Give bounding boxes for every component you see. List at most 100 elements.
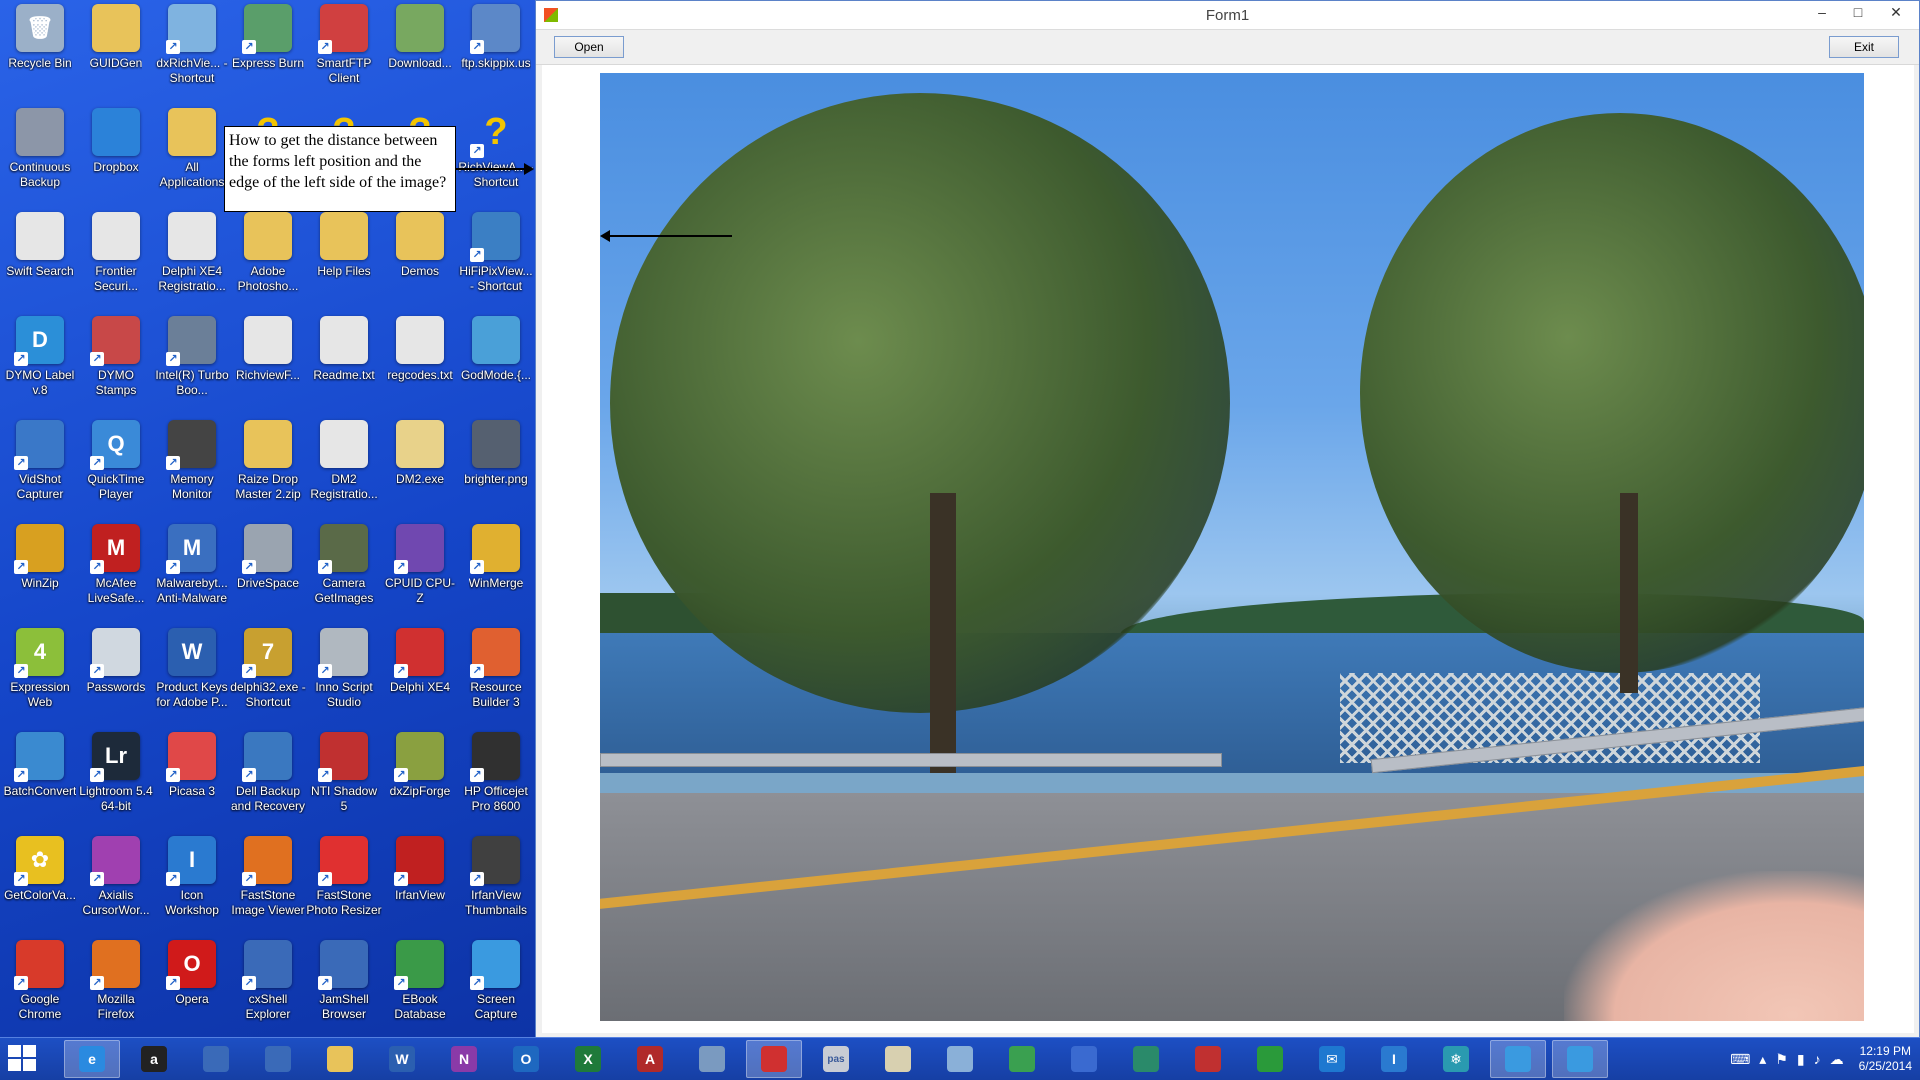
desktop-icon[interactable]: CPUID CPU-Z: [382, 524, 458, 628]
taskbar-mail[interactable]: ✉: [1304, 1040, 1360, 1078]
desktop-icon[interactable]: Delphi XE4: [382, 628, 458, 732]
desktop-icon[interactable]: NTI Shadow 5: [306, 732, 382, 836]
desktop-icon[interactable]: Frontier Securi...: [78, 212, 154, 316]
taskbar-windows-app-2[interactable]: [1552, 1040, 1608, 1078]
taskbar-photos[interactable]: [1118, 1040, 1174, 1078]
desktop-icon[interactable]: IrfanView: [382, 836, 458, 940]
desktop-icon[interactable]: DriveSpace: [230, 524, 306, 628]
keyboard-icon[interactable]: ⌨: [1730, 1051, 1750, 1068]
taskbar-nti[interactable]: [1180, 1040, 1236, 1078]
desktop-icon[interactable]: Picasa 3: [154, 732, 230, 836]
taskbar-book[interactable]: [1056, 1040, 1112, 1078]
taskbar-excel[interactable]: X: [560, 1040, 616, 1078]
desktop-icon[interactable]: DM2 Registratio...: [306, 420, 382, 524]
desktop-icon[interactable]: brighter.png: [458, 420, 534, 524]
desktop-icon[interactable]: Raize Drop Master 2.zip: [230, 420, 306, 524]
desktop-icon[interactable]: DM2.exe: [382, 420, 458, 524]
desktop-icon[interactable]: cxShell Explorer: [230, 940, 306, 1044]
desktop-icon[interactable]: WinZip: [2, 524, 78, 628]
taskbar-cxshell[interactable]: [188, 1040, 244, 1078]
desktop-icon[interactable]: Passwords: [78, 628, 154, 732]
flag-icon[interactable]: ⚑: [1775, 1051, 1788, 1068]
desktop-icon[interactable]: Inno Script Studio: [306, 628, 382, 732]
form-window[interactable]: Form1 – □ ✕ Open Exit: [535, 0, 1920, 1038]
desktop-icon[interactable]: HP Officejet Pro 8600: [458, 732, 534, 836]
desktop-icon[interactable]: dxRichVie... - Shortcut: [154, 4, 230, 108]
network-icon[interactable]: ☁: [1830, 1051, 1844, 1068]
desktop-icon[interactable]: Express Burn: [230, 4, 306, 108]
desktop-icon[interactable]: Delphi XE4 Registratio...: [154, 212, 230, 316]
desktop-icon[interactable]: GodMode.{...: [458, 316, 534, 420]
taskbar-delphi[interactable]: [746, 1040, 802, 1078]
desktop-icon[interactable]: MMcAfee LiveSafe...: [78, 524, 154, 628]
start-button[interactable]: [8, 1045, 38, 1073]
desktop-icon[interactable]: JamShell Browser: [306, 940, 382, 1044]
desktop-icon[interactable]: Resource Builder 3: [458, 628, 534, 732]
taskbar-globe[interactable]: [994, 1040, 1050, 1078]
desktop-icon[interactable]: WinMerge: [458, 524, 534, 628]
desktop-icon[interactable]: QQuickTime Player: [78, 420, 154, 524]
desktop-icon[interactable]: Dropbox: [78, 108, 154, 212]
desktop-icon[interactable]: Readme.txt: [306, 316, 382, 420]
desktop-icon[interactable]: Demos: [382, 212, 458, 316]
desktop-icon[interactable]: Google Chrome: [2, 940, 78, 1044]
taskbar-file-explorer[interactable]: [312, 1040, 368, 1078]
desktop-icon[interactable]: DDYMO Label v.8: [2, 316, 78, 420]
taskbar-access[interactable]: A: [622, 1040, 678, 1078]
desktop-icon[interactable]: FastStone Image Viewer: [230, 836, 306, 940]
desktop-icon[interactable]: EBook Database: [382, 940, 458, 1044]
taskbar-amazon[interactable]: a: [126, 1040, 182, 1078]
desktop-icon[interactable]: Swift Search: [2, 212, 78, 316]
desktop-icon[interactable]: ?RichViewA... - Shortcut: [458, 108, 534, 212]
desktop-icon[interactable]: Help Files: [306, 212, 382, 316]
desktop-icon[interactable]: Continuous Backup: [2, 108, 78, 212]
clock[interactable]: 12:19 PM 6/25/2014: [1859, 1044, 1912, 1074]
desktop-icon[interactable]: Adobe Photosho...: [230, 212, 306, 316]
taskbar-jamshell[interactable]: [250, 1040, 306, 1078]
taskbar-windows-app-1[interactable]: [1490, 1040, 1546, 1078]
desktop-icon[interactable]: Axialis CursorWor...: [78, 836, 154, 940]
desktop-icon[interactable]: All Applications: [154, 108, 230, 212]
desktop-icon[interactable]: dxZipForge: [382, 732, 458, 836]
desktop-icon[interactable]: SmartFTP Client: [306, 4, 382, 108]
taskbar-clipboard[interactable]: [870, 1040, 926, 1078]
desktop-icon[interactable]: BatchConvert: [2, 732, 78, 836]
taskbar-pas-file[interactable]: pas: [808, 1040, 864, 1078]
desktop-icon[interactable]: MMalwarebyt... Anti-Malware: [154, 524, 230, 628]
desktop-icon[interactable]: 7delphi32.exe - Shortcut: [230, 628, 306, 732]
desktop-icon[interactable]: Mozilla Firefox: [78, 940, 154, 1044]
desktop-icon[interactable]: Download...: [382, 4, 458, 108]
close-button[interactable]: ✕: [1881, 1, 1911, 25]
signal-icon[interactable]: ▮: [1797, 1051, 1805, 1068]
taskbar-calculator[interactable]: [684, 1040, 740, 1078]
taskbar-icon-workshop[interactable]: I: [1366, 1040, 1422, 1078]
desktop-icon[interactable]: regcodes.txt: [382, 316, 458, 420]
desktop-icon[interactable]: HiFiPixView... - Shortcut: [458, 212, 534, 316]
taskbar-word[interactable]: W: [374, 1040, 430, 1078]
open-button[interactable]: Open: [554, 36, 624, 58]
exit-button[interactable]: Exit: [1829, 36, 1899, 58]
desktop-icon[interactable]: Intel(R) Turbo Boo...: [154, 316, 230, 420]
maximize-button[interactable]: □: [1843, 1, 1873, 25]
taskbar-internet-explorer[interactable]: e: [64, 1040, 120, 1078]
desktop-icon[interactable]: Memory Monitor: [154, 420, 230, 524]
desktop-icon[interactable]: ftp.skippix.us: [458, 4, 534, 108]
volume-icon[interactable]: ♪: [1814, 1051, 1821, 1067]
desktop-icon[interactable]: Screen Capture: [458, 940, 534, 1044]
desktop-icon[interactable]: 🗑 Recycle Bin: [2, 4, 78, 108]
desktop-icon[interactable]: IrfanView Thumbnails: [458, 836, 534, 940]
desktop-icon[interactable]: DYMO Stamps: [78, 316, 154, 420]
desktop-icon[interactable]: 4Expression Web: [2, 628, 78, 732]
window-titlebar[interactable]: Form1 – □ ✕: [536, 1, 1919, 30]
chevron-up-icon[interactable]: ▴: [1759, 1051, 1766, 1068]
desktop-icon[interactable]: GUIDGen: [78, 4, 154, 108]
desktop-icon[interactable]: W Product Keys for Adobe P...: [154, 628, 230, 732]
desktop-icon[interactable]: FastStone Photo Resizer: [306, 836, 382, 940]
taskbar-store[interactable]: [1242, 1040, 1298, 1078]
desktop-icon[interactable]: Dell Backup and Recovery: [230, 732, 306, 836]
desktop-icon[interactable]: Camera GetImages: [306, 524, 382, 628]
desktop-icon[interactable]: IIcon Workshop: [154, 836, 230, 940]
minimize-button[interactable]: –: [1807, 1, 1837, 25]
desktop-icon[interactable]: O Opera: [154, 940, 230, 1044]
desktop-icon[interactable]: ✿ GetColorVa...: [2, 836, 78, 940]
